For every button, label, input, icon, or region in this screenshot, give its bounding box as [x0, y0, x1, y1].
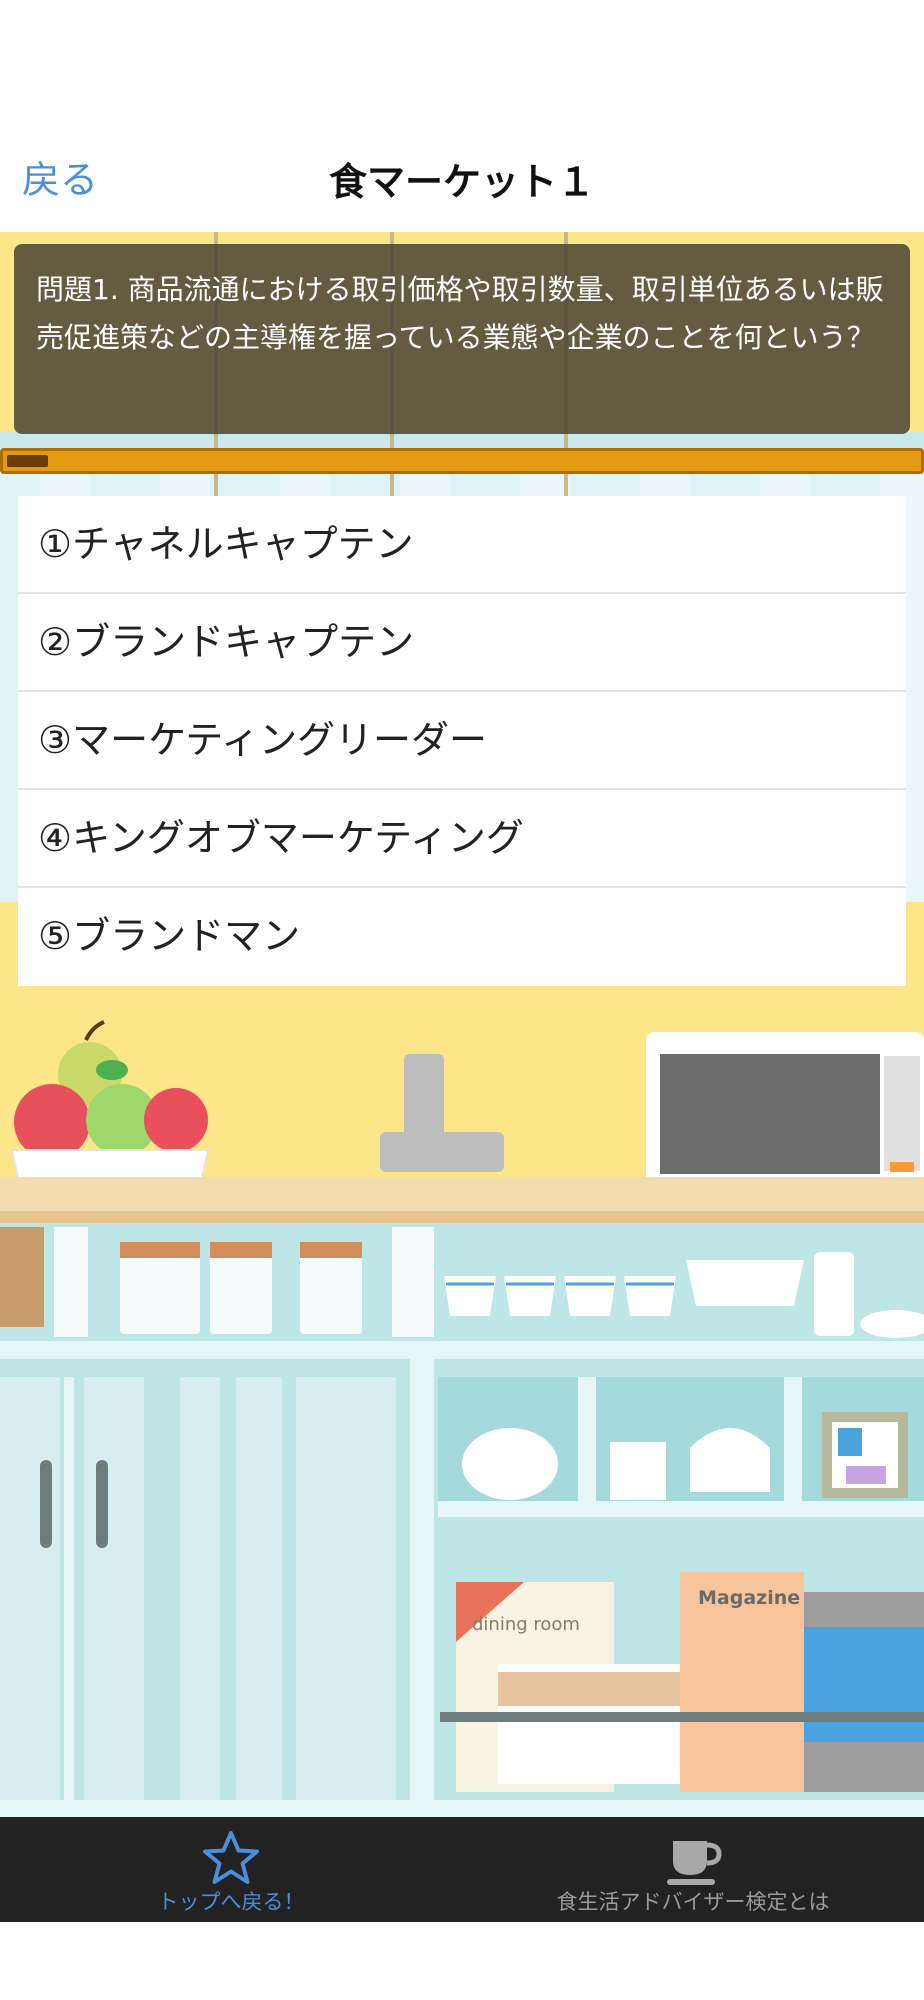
microwave — [646, 1032, 924, 1182]
tab-top[interactable]: トップへ戻る！ — [0, 1817, 462, 1922]
progress-fill — [7, 455, 48, 467]
magazine-title: Magazine — [698, 1587, 800, 1609]
answer-option-4[interactable]: ④キングオブマーケティング — [18, 790, 906, 888]
answer-option-3[interactable]: ③マーケティングリーダー — [18, 692, 906, 790]
tab-top-label: トップへ戻る！ — [157, 1890, 305, 1914]
answer-list: ①チャネルキャプテン ②ブランドキャプテン ③マーケティングリーダー ④キングオ… — [18, 496, 906, 986]
answer-option-5[interactable]: ⑤ブランドマン — [18, 888, 906, 986]
answer-option-1[interactable]: ①チャネルキャプテン — [18, 496, 906, 594]
tab-about-exam-label: 食生活アドバイザー検定とは — [556, 1890, 830, 1914]
book-title: dining room — [472, 1614, 580, 1635]
progress-bar — [0, 448, 924, 474]
question-text: 問題1. 商品流通における取引価格や取引数量、取引単位あるいは販売促進策などの主… — [36, 273, 884, 354]
home-indicator-area — [0, 1922, 924, 2000]
tab-bar: トップへ戻る！ 食生活アドバイザー検定とは — [0, 1817, 924, 1922]
answer-option-2[interactable]: ②ブランドキャプテン — [18, 594, 906, 692]
page-title: 食マーケット１ — [328, 160, 595, 204]
coffee-cup-icon — [667, 1841, 722, 1885]
navigation-bar: 戻る 食マーケット１ — [0, 0, 924, 232]
tab-about-exam[interactable]: 食生活アドバイザー検定とは — [462, 1817, 924, 1922]
question-box: 問題1. 商品流通における取引価格や取引数量、取引単位あるいは販売促進策などの主… — [14, 244, 910, 434]
star-icon — [203, 1831, 259, 1884]
